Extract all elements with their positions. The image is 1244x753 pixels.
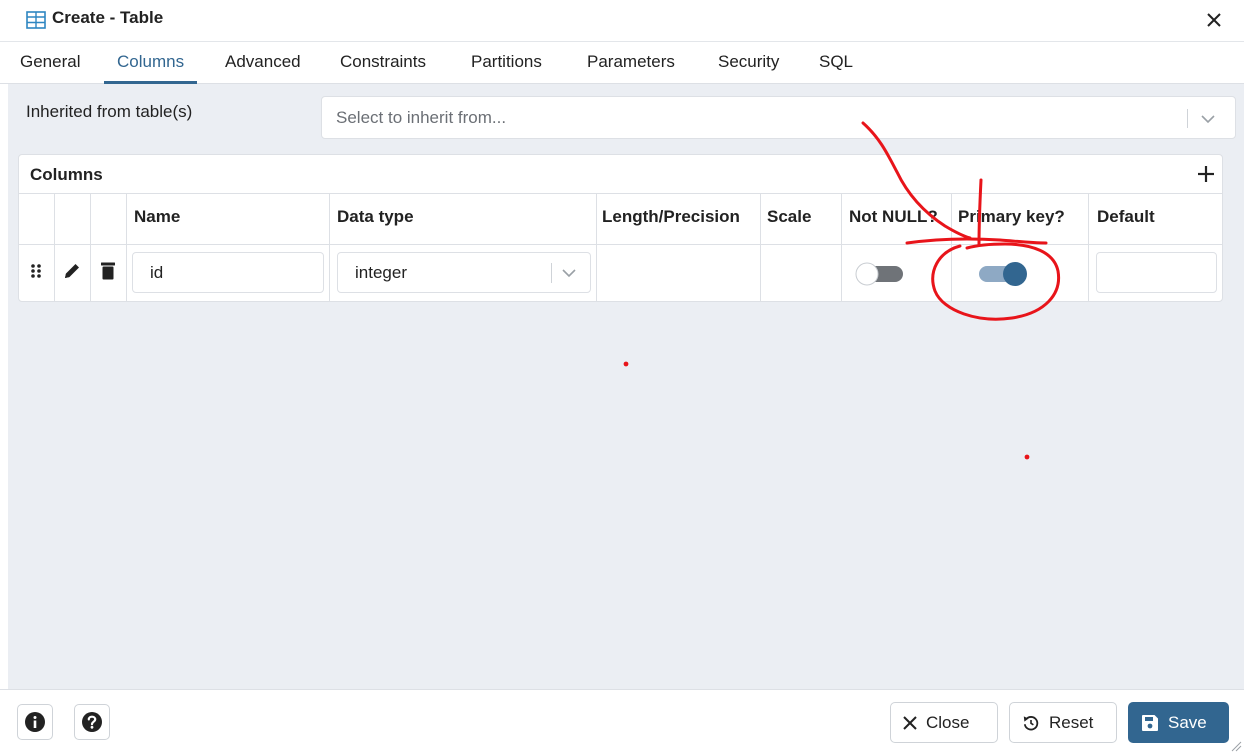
tab-columns[interactable]: Columns	[104, 42, 198, 84]
select-separator	[1187, 109, 1188, 128]
header-data-type: Data type	[337, 207, 414, 226]
grid-divider	[19, 244, 1222, 245]
close-icon	[903, 715, 917, 730]
help-icon	[82, 712, 102, 732]
plus-icon	[1198, 166, 1214, 182]
column-name-value: id	[150, 263, 164, 282]
default-value-input[interactable]	[1096, 252, 1217, 293]
inherit-label: Inherited from table(s)	[26, 102, 193, 121]
info-icon	[25, 712, 45, 732]
header-not-null: Not NULL?	[849, 207, 938, 226]
columns-grid: Columns Name Data type Length/Precision …	[18, 154, 1223, 302]
grid-col-divider	[90, 193, 91, 301]
select-separator	[551, 263, 552, 283]
header-length-precision: Length/Precision	[602, 207, 740, 226]
data-type-value: integer	[355, 263, 407, 282]
header-scale: Scale	[767, 207, 812, 226]
grid-col-divider	[1088, 193, 1089, 301]
grid-divider	[19, 193, 1222, 194]
dialog-content: Inherited from table(s) Select to inheri…	[8, 84, 1244, 689]
grid-col-divider	[951, 193, 952, 301]
tab-security[interactable]: Security	[718, 42, 779, 84]
info-button[interactable]	[17, 704, 53, 740]
edit-row-button[interactable]	[60, 255, 84, 287]
header-primary-key: Primary key?	[958, 207, 1065, 226]
tab-parameters[interactable]: Parameters	[587, 42, 675, 84]
close-button[interactable]: Close	[890, 702, 998, 743]
help-button[interactable]	[74, 704, 110, 740]
close-dialog-button[interactable]	[1200, 6, 1228, 34]
reset-button-label: Reset	[1049, 712, 1094, 732]
delete-row-button[interactable]	[96, 255, 120, 287]
trash-icon	[101, 262, 115, 280]
tab-constraints[interactable]: Constraints	[340, 42, 426, 84]
drag-handle-icon	[31, 264, 41, 278]
grid-col-divider	[126, 193, 127, 301]
save-button-label: Save	[1168, 712, 1207, 732]
chevron-down-icon[interactable]	[1199, 110, 1217, 128]
dialog-titlebar: Create - Table	[0, 0, 1244, 42]
inherit-select[interactable]: Select to inherit from...	[321, 96, 1236, 139]
header-default: Default	[1097, 207, 1155, 226]
table-icon	[26, 11, 46, 29]
primary-key-toggle[interactable]	[973, 260, 1029, 288]
grid-col-divider	[54, 193, 55, 301]
grid-col-divider	[841, 193, 842, 301]
close-icon	[1207, 13, 1221, 27]
tab-advanced[interactable]: Advanced	[225, 42, 301, 84]
dialog-title: Create - Table	[52, 8, 164, 27]
pencil-icon	[65, 264, 79, 278]
inherit-placeholder: Select to inherit from...	[336, 108, 507, 127]
save-icon	[1142, 714, 1158, 731]
reset-button[interactable]: Reset	[1009, 702, 1117, 743]
dialog-footer: Close Reset Save	[0, 689, 1244, 753]
tab-bar: General Columns Advanced Constraints Par…	[0, 42, 1244, 84]
tab-partitions[interactable]: Partitions	[471, 42, 542, 84]
resize-grip-icon[interactable]	[1228, 738, 1242, 752]
grid-col-divider	[596, 193, 597, 301]
chevron-down-icon	[562, 269, 576, 278]
reset-icon	[1023, 715, 1039, 730]
not-null-toggle[interactable]	[853, 260, 909, 288]
tab-sql[interactable]: SQL	[819, 42, 853, 84]
drag-handle[interactable]	[24, 255, 48, 287]
column-name-input[interactable]: id	[132, 252, 324, 293]
close-button-label: Close	[926, 712, 970, 732]
header-name: Name	[134, 207, 181, 226]
data-type-select[interactable]: integer	[337, 252, 591, 293]
grid-col-divider	[760, 193, 761, 301]
columns-grid-title: Columns	[30, 165, 103, 184]
grid-col-divider	[329, 193, 330, 301]
tab-general[interactable]: General	[20, 42, 80, 84]
add-column-button[interactable]	[1193, 161, 1219, 187]
save-button[interactable]: Save	[1128, 702, 1229, 743]
